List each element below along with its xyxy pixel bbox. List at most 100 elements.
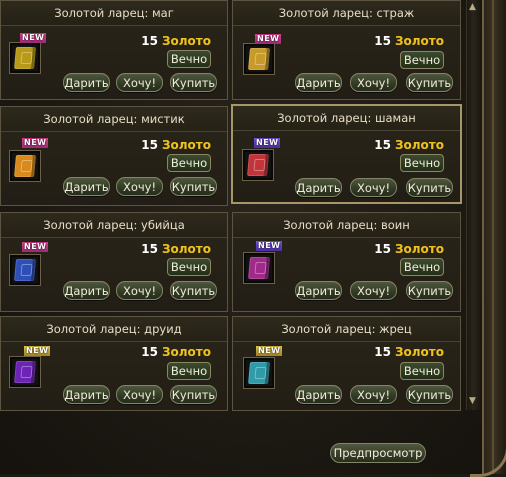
buy-button[interactable]: Купить (406, 73, 453, 92)
duration-badge[interactable]: Вечно (400, 154, 444, 172)
price-currency: Золото (394, 345, 444, 359)
price-currency: Золото (394, 138, 444, 152)
duration-badge[interactable]: Вечно (167, 50, 211, 68)
gift-button[interactable]: Дарить (63, 281, 110, 300)
item-icon-assassin[interactable] (9, 254, 41, 286)
item-card-warrior: Золотой ларец: воин NEW 15 Золото Вечно Д… (232, 212, 461, 312)
book-icon (248, 257, 270, 279)
buy-button[interactable]: Купить (170, 73, 217, 92)
buy-button[interactable]: Купить (406, 178, 453, 197)
gift-button[interactable]: Дарить (295, 281, 342, 300)
item-icon-mage[interactable] (9, 42, 41, 74)
item-price: 15 Золото (141, 138, 211, 152)
item-icon-mystic[interactable] (9, 150, 41, 182)
gift-button[interactable]: Дарить (295, 385, 342, 404)
gift-button[interactable]: Дарить (63, 177, 110, 196)
price-currency: Золото (161, 138, 211, 152)
gift-button[interactable]: Дарить (295, 178, 342, 197)
wish-button[interactable]: Хочу! (116, 177, 163, 196)
buy-button[interactable]: Купить (170, 281, 217, 300)
book-icon (14, 155, 36, 177)
duration-badge[interactable]: Вечно (400, 258, 444, 276)
wish-button[interactable]: Хочу! (350, 385, 397, 404)
gift-button[interactable]: Дарить (63, 385, 110, 404)
duration-badge[interactable]: Вечно (400, 51, 444, 69)
book-icon (14, 259, 36, 281)
item-title: Золотой ларец: страж (233, 1, 460, 26)
book-icon (14, 361, 36, 383)
item-price: 15 Золото (374, 34, 444, 48)
item-card-mystic: Золотой ларец: мистик NEW 15 Золото Вечно… (0, 106, 228, 206)
price-amount: 15 (141, 242, 158, 256)
duration-badge[interactable]: Вечно (167, 362, 211, 380)
item-card-assassin: Золотой ларец: убийца NEW 15 Золото Вечно… (0, 212, 228, 312)
new-badge: NEW (255, 34, 282, 44)
item-icon-shaman[interactable] (242, 149, 274, 181)
item-icon-warrior[interactable] (243, 252, 275, 284)
buy-button[interactable]: Купить (406, 385, 453, 404)
wish-button[interactable]: Хочу! (350, 281, 397, 300)
item-icon-guardian[interactable] (243, 43, 275, 75)
wish-button[interactable]: Хочу! (116, 73, 163, 92)
new-badge: NEW (256, 346, 283, 356)
duration-badge[interactable]: Вечно (167, 154, 211, 172)
duration-badge[interactable]: Вечно (400, 362, 444, 380)
item-title: Золотой ларец: маг (1, 1, 227, 26)
item-card-priest: Золотой ларец: жрец NEW 15 Золото Вечно Д… (232, 316, 461, 411)
new-badge: NEW (22, 138, 49, 148)
price-currency: Золото (394, 34, 444, 48)
item-price: 15 Золото (374, 138, 444, 152)
item-card-mage: Золотой ларец: маг NEW 15 Золото Вечно Да… (0, 0, 228, 100)
new-badge: NEW (20, 33, 47, 43)
item-card-shaman: Золотой ларец: шаман NEW 15 Золото Вечно … (231, 104, 462, 204)
new-badge: NEW (24, 346, 51, 356)
price-amount: 15 (141, 345, 158, 359)
item-price: 15 Золото (141, 242, 211, 256)
wish-button[interactable]: Хочу! (116, 281, 163, 300)
item-price: 15 Золото (141, 34, 211, 48)
new-badge: NEW (22, 242, 49, 252)
scroll-up-arrow-icon[interactable]: ▲ (467, 2, 478, 12)
shop-panel: Золотой ларец: маг NEW 15 Золото Вечно Да… (0, 0, 506, 477)
book-icon (248, 362, 270, 384)
new-badge: NEW (254, 138, 281, 148)
new-badge: NEW (256, 241, 283, 251)
item-icon-priest[interactable] (243, 357, 275, 389)
buy-button[interactable]: Купить (170, 177, 217, 196)
gift-button[interactable]: Дарить (295, 73, 342, 92)
item-title: Золотой ларец: воин (233, 213, 460, 238)
item-card-guardian: Золотой ларец: страж NEW 15 Золото Вечно … (232, 0, 461, 100)
price-currency: Золото (394, 242, 444, 256)
item-price: 15 Золото (374, 242, 444, 256)
window-frame-border (482, 0, 506, 474)
price-amount: 15 (374, 34, 391, 48)
item-title: Золотой ларец: мистик (1, 107, 227, 132)
preview-button[interactable]: Предпросмотр (330, 443, 426, 463)
price-amount: 15 (141, 138, 158, 152)
book-icon (14, 47, 36, 69)
book-icon (247, 154, 269, 176)
price-currency: Золото (161, 34, 211, 48)
item-price: 15 Золото (141, 345, 211, 359)
item-title: Золотой ларец: убийца (1, 213, 227, 238)
scrollbar[interactable] (466, 0, 480, 410)
buy-button[interactable]: Купить (406, 281, 453, 300)
price-amount: 15 (374, 138, 391, 152)
item-icon-druid[interactable] (9, 356, 41, 388)
book-icon (248, 48, 270, 70)
duration-badge[interactable]: Вечно (167, 258, 211, 276)
buy-button[interactable]: Купить (170, 385, 217, 404)
item-title: Золотой ларец: жрец (233, 317, 460, 342)
price-amount: 15 (374, 345, 391, 359)
item-title: Золотой ларец: шаман (233, 106, 460, 131)
scroll-down-arrow-icon[interactable]: ▼ (467, 396, 478, 406)
gift-button[interactable]: Дарить (63, 73, 110, 92)
wish-button[interactable]: Хочу! (350, 73, 397, 92)
price-amount: 15 (141, 34, 158, 48)
wish-button[interactable]: Хочу! (116, 385, 163, 404)
price-currency: Золото (161, 242, 211, 256)
item-title: Золотой ларец: друид (1, 317, 227, 342)
wish-button[interactable]: Хочу! (350, 178, 397, 197)
item-card-druid: Золотой ларец: друид NEW 15 Золото Вечно … (0, 316, 228, 411)
price-currency: Золото (161, 345, 211, 359)
